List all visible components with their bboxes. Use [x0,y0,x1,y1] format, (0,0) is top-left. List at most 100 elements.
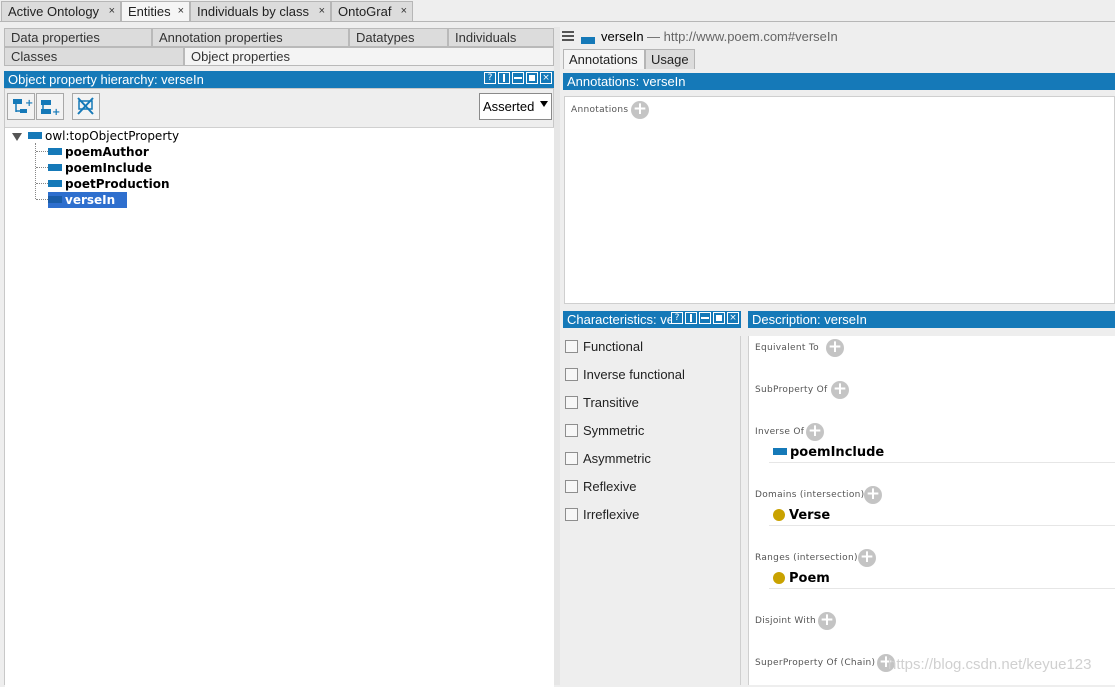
entity-type-tabs: Data properties Annotation properties Da… [4,28,554,70]
add-domain-button[interactable]: + [864,486,882,504]
characteristic-transitive[interactable]: Transitive [565,394,639,412]
characteristic-label: Transitive [583,395,639,410]
add-equivalent-button[interactable]: + [826,339,844,357]
characteristic-inverse-functional[interactable]: Inverse functional [565,366,685,384]
checkbox[interactable] [565,396,578,410]
close-icon[interactable]: × [178,2,184,21]
split-vertical-icon[interactable] [685,312,697,324]
split-vertical-icon[interactable] [498,72,510,84]
chevron-down-icon[interactable] [540,101,548,107]
hamburger-menu-icon[interactable] [562,30,574,42]
checkbox[interactable] [565,508,578,522]
hierarchy-panel: + + Asserted owl:topObjectProperty poemA… [4,88,554,687]
tree-item-poemauthor[interactable]: poemAuthor [48,144,149,160]
tab-individuals-by-class[interactable]: Individuals by class × [190,1,331,21]
float-icon[interactable] [713,312,725,324]
row-divider [769,462,1115,463]
tab-classes[interactable]: Classes [4,47,184,66]
characteristics-panel: Functional Inverse functional Transitive… [563,336,741,685]
entity-iri: — http://www.poem.com#verseIn [647,29,838,44]
object-property-icon [28,132,42,139]
tab-individuals[interactable]: Individuals [448,28,554,47]
checkbox[interactable] [565,340,578,354]
tab-datatypes[interactable]: Datatypes [349,28,448,47]
tab-data-properties[interactable]: Data properties [4,28,152,47]
add-annotation-button[interactable]: + [631,101,649,119]
tab-active-ontology[interactable]: Active Ontology × [1,1,121,21]
inverse-of-label: Inverse Of [755,427,805,437]
characteristic-irreflexive[interactable]: Irreflexive [565,506,639,524]
row-divider [769,525,1115,526]
delete-icon [77,97,94,115]
hierarchy-mode-select[interactable]: Asserted [479,93,552,120]
tree-item-poeminclude[interactable]: poemInclude [48,160,152,176]
add-subproperty-of-button[interactable]: + [831,381,849,399]
checkbox[interactable] [565,368,578,382]
checkbox[interactable] [565,480,578,494]
split-horizontal-icon[interactable] [699,312,711,324]
delete-property-button[interactable] [72,93,100,120]
characteristic-symmetric[interactable]: Symmetric [565,422,644,440]
tree-item-poetproduction[interactable]: poetProduction [48,176,170,192]
range-entry[interactable]: Poem [773,571,830,586]
watermark: https://blog.csdn.net/keyue123 [888,656,1092,673]
tab-object-properties[interactable]: Object properties [184,47,554,66]
vertical-splitter[interactable] [554,27,560,685]
characteristic-label: Irreflexive [583,507,640,522]
tree-item-label: poetProduction [65,177,170,191]
help-icon[interactable]: ? [484,72,496,84]
object-property-icon [48,164,62,171]
characteristic-label: Reflexive [583,479,637,494]
checkbox[interactable] [565,424,578,438]
tree-connector [36,151,48,152]
tab-ontograf[interactable]: OntoGraf × [331,1,413,21]
disjoint-with-label: Disjoint With [755,616,817,626]
domain-entry[interactable]: Verse [773,508,830,523]
add-range-button[interactable]: + [858,549,876,567]
entity-view-tabs: Annotations Usage [563,49,1115,69]
description-header: Description: verseIn [748,311,1115,328]
tree-item-label: poemInclude [65,161,152,175]
add-disjoint-button[interactable]: + [818,612,836,630]
range-value: Poem [789,571,830,586]
characteristic-asymmetric[interactable]: Asymmetric [565,450,651,468]
add-sibling-property-button[interactable]: + [36,93,64,120]
tab-annotations[interactable]: Annotations [563,49,645,69]
help-icon[interactable]: ? [671,312,683,324]
close-view-icon[interactable]: × [540,72,552,84]
tree-item-label: verseIn [65,193,116,207]
tab-annotation-properties[interactable]: Annotation properties [152,28,349,47]
inverse-of-entry[interactable]: poemInclude [773,445,884,460]
object-property-icon [48,180,62,187]
add-inverse-button[interactable]: + [806,423,824,441]
object-property-icon [773,448,787,455]
close-icon[interactable]: × [319,2,325,21]
root-label: owl:topObjectProperty [45,129,180,143]
description-panel: Equivalent To + SubProperty Of + Inverse… [748,336,1115,685]
characteristic-label: Inverse functional [583,367,685,382]
annotations-label: Annotations [571,105,629,115]
characteristic-label: Symmetric [583,423,645,438]
tab-label: Entities [128,4,171,19]
close-icon[interactable]: × [109,2,115,21]
checkbox[interactable] [565,452,578,466]
tab-entities[interactable]: Entities × [121,1,190,21]
split-horizontal-icon[interactable] [512,72,524,84]
object-property-icon [581,37,595,44]
class-icon [773,571,785,584]
characteristic-reflexive[interactable]: Reflexive [565,478,636,496]
tab-usage[interactable]: Usage [645,49,695,69]
add-subproperty-button[interactable]: + [7,93,35,120]
close-view-icon[interactable]: × [727,312,739,324]
characteristic-functional[interactable]: Functional [565,338,643,356]
close-icon[interactable]: × [401,2,407,21]
float-icon[interactable] [526,72,538,84]
object-property-icon [48,196,62,203]
row-divider [769,588,1115,589]
expand-triangle-icon[interactable] [12,133,22,141]
tree-item-versein-selected[interactable]: verseIn [48,192,127,208]
tree-connector [36,183,48,184]
tree-root-node[interactable]: owl:topObjectProperty [28,128,179,144]
superproperty-chain-label: SuperProperty Of (Chain) [755,658,876,668]
property-tree: owl:topObjectProperty poemAuthor poemInc… [5,127,554,687]
